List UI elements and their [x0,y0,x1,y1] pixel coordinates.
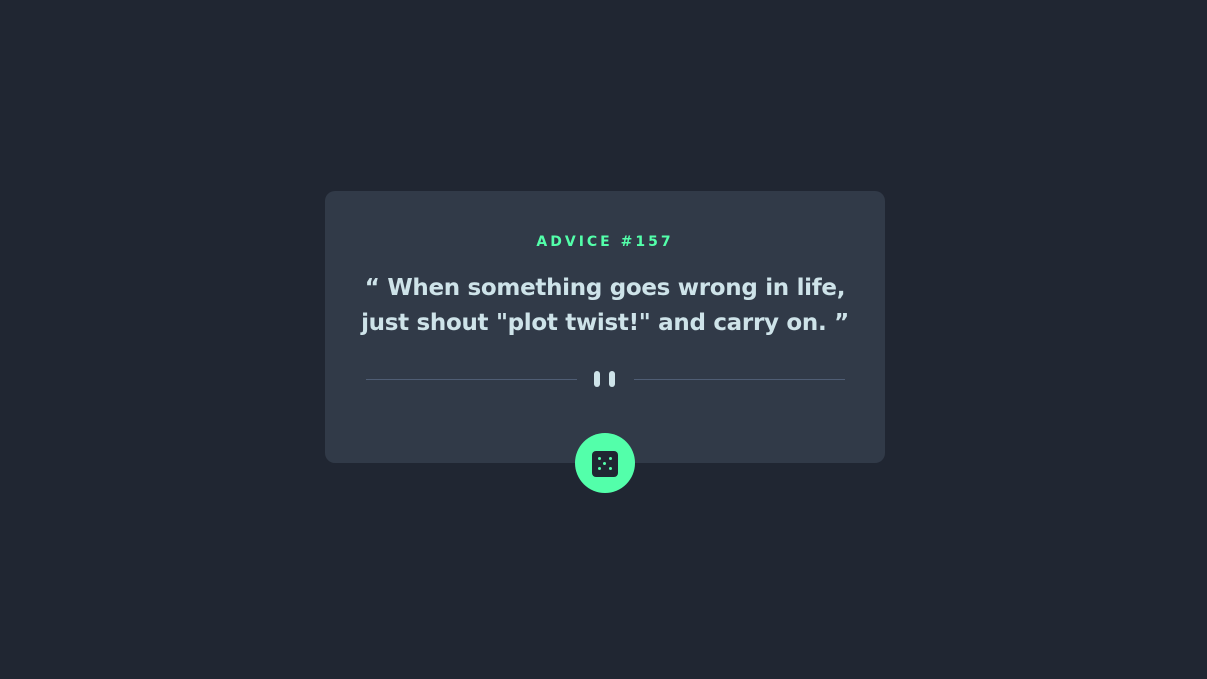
pause-bar-left [594,371,600,387]
pause-icon [594,371,616,387]
page: ADVICE #157 “ When something goes wrong … [0,0,1207,679]
advice-number: ADVICE #157 [536,234,674,250]
generate-advice-button[interactable] [575,433,635,493]
dice-icon [592,451,618,477]
divider-line-right [634,379,845,380]
pattern-divider [366,370,845,390]
advice-card: ADVICE #157 “ When something goes wrong … [325,191,885,463]
advice-text: “ When something goes wrong in life, jus… [361,275,849,336]
divider-line-left [366,379,577,380]
pause-bar-right [609,371,615,387]
